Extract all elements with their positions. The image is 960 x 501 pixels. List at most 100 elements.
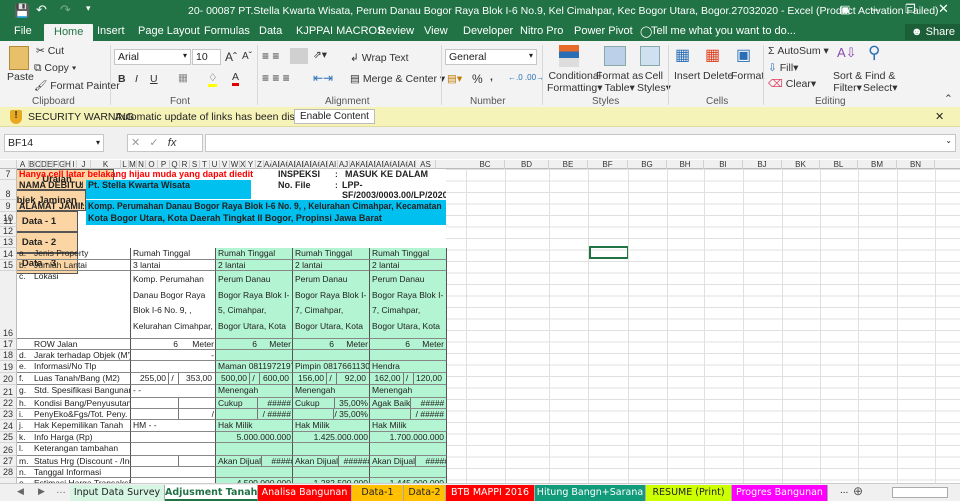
data3-cell[interactable]: 6 Meter [369, 339, 447, 350]
column-header-AG[interactable]: AG [312, 160, 320, 169]
insert-function-icon[interactable]: fx [168, 137, 177, 149]
data2-cell[interactable] [292, 443, 370, 456]
sheet-tab[interactable]: Progres Bangunan [732, 485, 828, 501]
row-header[interactable]: 7 [0, 169, 17, 180]
customize-toolbar-icon[interactable]: ▾ [86, 3, 91, 14]
name-box[interactable]: BF14 ▾ [4, 134, 104, 152]
column-header-BI[interactable]: BI [704, 160, 743, 169]
data3-cell[interactable]: 2 lantai [369, 260, 447, 271]
row-header[interactable]: 25 [0, 432, 17, 443]
row-header[interactable]: 22 [0, 398, 17, 409]
row-header[interactable]: 13 [0, 237, 17, 248]
objek-cell[interactable] [130, 361, 216, 373]
data3-cell[interactable] [369, 350, 447, 361]
share-button[interactable]: ☻ Share [905, 24, 960, 40]
data3-cell[interactable]: Hak Milik [369, 420, 447, 432]
objek-cell[interactable]: 255,00/353,00 [130, 373, 216, 385]
underline-button[interactable]: U [150, 73, 158, 85]
data1-cell[interactable]: Menengah [215, 385, 293, 398]
undo-icon[interactable]: ↶ [36, 2, 47, 18]
font-color-icon[interactable]: A [232, 71, 240, 86]
column-header-AA[interactable]: AA [264, 160, 272, 169]
row-header[interactable]: 12 [0, 226, 17, 237]
data3-cell[interactable]: 1.700.000.000 [369, 432, 447, 443]
tab-kjppai-macros[interactable]: KJPPAI MACROS [296, 25, 384, 37]
objek-cell[interactable]: 6 Meter [130, 339, 216, 350]
data3-cell[interactable]: Perum Danau Bogor Raya Blok I-7, Cimahpa… [369, 271, 447, 339]
column-header-J[interactable]: J [77, 160, 91, 169]
enable-content-button[interactable]: Enable Content [294, 109, 375, 124]
tab-view[interactable]: View [424, 25, 448, 37]
data1-cell[interactable]: 500,00/600,00 [215, 373, 293, 385]
column-header-P[interactable]: P [158, 160, 170, 169]
data2-cell[interactable]: Pimpin 08176611301 [292, 361, 370, 373]
accounting-format-icon[interactable]: ▤▾ [447, 73, 462, 85]
data2-cell[interactable] [292, 350, 370, 361]
data1-cell[interactable]: 6 Meter [215, 339, 293, 350]
column-header-AL[interactable]: AL [360, 160, 368, 169]
close-warning-icon[interactable]: ✕ [935, 110, 944, 123]
data2-cell[interactable]: Hak Milik [292, 420, 370, 432]
row-header[interactable]: 21 [0, 385, 17, 398]
column-header-AK[interactable]: AK [350, 160, 360, 169]
column-header-AH[interactable]: AH [320, 160, 328, 169]
font-size-select[interactable]: 10 [192, 49, 221, 65]
tab-file[interactable]: File [14, 25, 32, 37]
data3-cell[interactable]: Agak Baik ##### [369, 398, 447, 409]
horizontal-scrollbar[interactable] [892, 487, 948, 498]
column-header-Z[interactable]: Z [256, 160, 264, 169]
row-header[interactable]: 26 [0, 443, 17, 456]
tab-data[interactable]: Data [259, 25, 282, 37]
merge-center-button[interactable]: ▤ Merge & Center ▾ [350, 73, 445, 85]
data1-cell[interactable]: Akan Dijual ##### [215, 456, 293, 467]
column-header-BH[interactable]: BH [667, 160, 704, 169]
column-header-Q[interactable]: Q [170, 160, 180, 169]
objek-cell[interactable] [130, 456, 216, 467]
tell-me-input[interactable]: Tell me what you want to do... [651, 25, 796, 37]
indent-icons[interactable]: ⇤⇥ [313, 71, 333, 85]
column-header-AB[interactable]: AB [272, 160, 280, 169]
column-header-BG[interactable]: BG [628, 160, 667, 169]
tab-developer[interactable]: Developer [463, 25, 513, 37]
data1-cell[interactable] [215, 443, 293, 456]
copy-button[interactable]: ⧉ Copy ▾ [34, 62, 76, 75]
data3-cell[interactable]: Rumah Tinggal [369, 248, 447, 260]
ribbon-display-icon[interactable]: ▣ [840, 3, 850, 16]
decrease-font-icon[interactable]: Aˇ [242, 51, 252, 62]
cut-button[interactable]: ✂ Cut [36, 45, 64, 57]
data1-cell[interactable]: Maman 08119721971 [215, 361, 293, 373]
sheet-tab[interactable]: Input Data Survey [70, 485, 165, 501]
data2-cell[interactable] [292, 467, 370, 478]
row-header[interactable]: 24 [0, 420, 17, 432]
number-format-select[interactable]: General ▾ [445, 49, 537, 65]
data3-cell[interactable] [369, 467, 447, 478]
tab-power-pivot[interactable]: Power Pivot [574, 25, 633, 37]
sheet-tab[interactable]: BTB MAPPI 2016 [446, 485, 535, 501]
enter-icon[interactable]: ✓ [149, 137, 158, 149]
font-name-select[interactable]: Arial ▾ [114, 49, 191, 65]
minimize-icon[interactable]: – [872, 2, 879, 16]
more-tabs-left[interactable]: … [56, 485, 66, 496]
column-header-W[interactable]: W [230, 160, 240, 169]
delete-cells-button[interactable]: Delete [703, 70, 733, 82]
column-header-BC[interactable]: BC [466, 160, 505, 169]
data1-cell[interactable]: Hak Milik [215, 420, 293, 432]
inspeksi-value[interactable]: MASUK KE DALAM [343, 169, 443, 180]
percent-button[interactable]: % [472, 72, 483, 86]
objek-cell[interactable]: Komp. Perumahan Danau Bogor Raya Blok I-… [130, 271, 216, 339]
data3-cell[interactable] [369, 443, 447, 456]
data1-cell[interactable] [215, 350, 293, 361]
objek-cell[interactable] [130, 467, 216, 478]
data1-cell[interactable]: Rumah Tinggal [215, 248, 293, 260]
column-header-AM[interactable]: AM [368, 160, 376, 169]
clear-button[interactable]: ⌫ Clear▾ [768, 78, 816, 90]
row-header[interactable]: 15 [0, 260, 17, 271]
data2-cell[interactable]: Menengah [292, 385, 370, 398]
objek-cell[interactable]: 3 lantai [130, 260, 216, 271]
column-header-BF[interactable]: BF [588, 160, 628, 169]
debitur-value[interactable]: Pt. Stella Kwarta Wisata [86, 180, 251, 199]
cancel-icon[interactable]: ✕ [131, 137, 140, 149]
tab-home[interactable]: Home [44, 24, 94, 41]
autosum-button[interactable]: Σ AutoSum ▾ [768, 45, 829, 57]
row-header[interactable]: 28 [0, 467, 17, 478]
